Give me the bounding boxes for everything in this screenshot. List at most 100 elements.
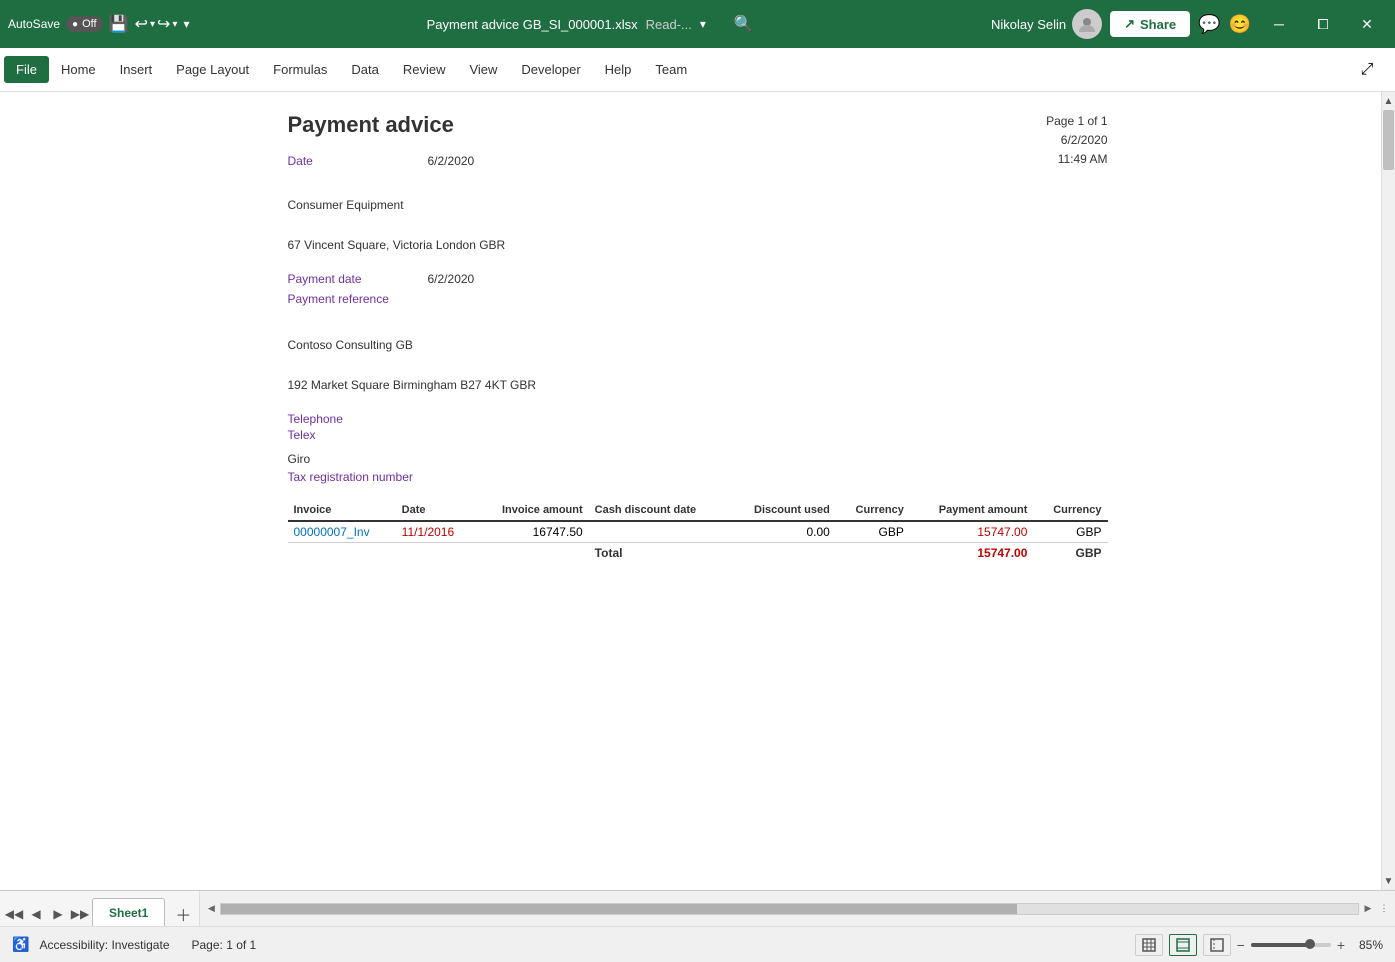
total-empty5 [836,543,910,564]
zoom-slider-track[interactable] [1251,943,1331,947]
emoji-icon[interactable]: 😊 [1229,14,1251,35]
tab-nav-last[interactable]: ▶▶ [70,902,90,926]
cell-currency1: GBP [836,521,910,543]
invoice-table: Invoice Date Invoice amount Cash discoun… [288,500,1108,563]
menu-item-page-layout[interactable]: Page Layout [164,56,261,83]
zoom-controls: − + 85% [1237,937,1383,953]
page-header-right: Page 1 of 1 6/2/2020 11:49 AM [1046,112,1107,170]
menu-item-team[interactable]: Team [643,56,699,83]
toggle-state: Off [82,18,96,30]
h-scroll-more[interactable]: ⋮ [1377,902,1391,916]
menu-item-developer[interactable]: Developer [509,56,592,83]
autosave-toggle[interactable]: ● Off [66,16,103,32]
col-discount-used: Discount used [728,500,836,521]
close-button[interactable]: ✕ [1347,9,1387,39]
col-invoice-amount: Invoice amount [475,500,589,521]
page-layout-view-button[interactable] [1169,934,1197,956]
menu-item-review[interactable]: Review [391,56,458,83]
autosave-label: AutoSave [8,17,60,31]
col-cash-discount-date: Cash discount date [589,500,728,521]
total-empty2 [396,543,475,564]
menu-item-data[interactable]: Data [339,56,390,83]
h-scroll-track[interactable] [220,903,1359,915]
document-title: Payment advice [288,112,1108,138]
avatar [1072,9,1102,39]
zoom-in-button[interactable]: + [1337,937,1345,953]
search-icon[interactable]: 🔍 [734,14,754,34]
recipient-address: 67 Vincent Square, Victoria London GBR [288,238,1108,252]
cell-invoice-amount: 16747.50 [475,521,589,543]
restore-button[interactable]: ⧠ [1303,9,1343,39]
menu-item-file[interactable]: File [4,56,49,83]
menu-item-view[interactable]: View [457,56,509,83]
add-sheet-button[interactable]: ＋ [171,902,195,926]
total-row: Total 15747.00 GBP [288,543,1108,564]
cell-date: 11/1/2016 [396,521,475,543]
undo-dropdown[interactable]: ▾ [150,19,155,30]
h-scroll-left[interactable]: ◀ [204,902,218,916]
normal-view-button[interactable] [1135,934,1163,956]
user-area[interactable]: Nikolay Selin [991,9,1102,39]
menu-bar: File Home Insert Page Layout Formulas Da… [0,48,1395,92]
payment-date-row: Payment date 6/2/2020 [288,272,1108,288]
undo-icon[interactable]: ↩ [135,14,148,34]
cell-cash-discount-date [589,521,728,543]
cell-payment-amount: 15747.00 [910,521,1034,543]
zoom-slider-fill [1251,943,1307,947]
payment-ref-label: Payment reference [288,292,408,306]
cell-currency2: GBP [1033,521,1107,543]
sheet-content: Page 1 of 1 6/2/2020 11:49 AM Payment ad… [0,92,1395,890]
status-left: ♿ Accessibility: Investigate Page: 1 of … [12,936,1123,953]
tab-nav-prev[interactable]: ◀ [26,902,46,926]
payment-date-value: 6/2/2020 [428,272,475,288]
accessibility-icon: ♿ [12,936,29,953]
page-break-view-button[interactable] [1203,934,1231,956]
mode-label: Read-... [646,17,692,32]
total-currency: GBP [1033,543,1107,564]
save-icon[interactable]: 💾 [109,14,129,34]
col-currency1: Currency [836,500,910,521]
table-row: 00000007_Inv 11/1/2016 16747.50 0.00 GBP… [288,521,1108,543]
col-invoice: Invoice [288,500,396,521]
status-bar: ♿ Accessibility: Investigate Page: 1 of … [0,926,1395,962]
zoom-percent-label[interactable]: 85% [1351,938,1383,952]
total-empty1 [288,543,396,564]
date-value: 6/2/2020 [428,154,475,168]
scroll-up-button[interactable]: ▲ [1382,92,1395,110]
accessibility-label[interactable]: Accessibility: Investigate [39,938,169,952]
sheet-tab-sheet1[interactable]: Sheet1 [92,898,165,926]
menu-item-formulas[interactable]: Formulas [261,56,339,83]
undo-redo-group: ↩ ▾ ↪ ▾ [135,14,178,34]
zoom-slider-thumb[interactable] [1305,939,1315,949]
date-label: Date [288,154,408,168]
telephone-label: Telephone [288,412,1108,426]
tax-reg-label: Tax registration number [288,470,1108,484]
comment-icon[interactable]: 💬 [1198,14,1220,35]
minimize-button[interactable]: ─ [1259,9,1299,39]
share-button[interactable]: ↗ Share [1110,11,1190,37]
fullscreen-icon[interactable]: ⤢ [1351,54,1383,86]
zoom-out-button[interactable]: − [1237,937,1245,953]
menu-item-home[interactable]: Home [49,56,108,83]
bottom-area: ◀◀ ◀ ▶ ▶▶ Sheet1 ＋ ◀ ▶ ⋮ [0,890,1395,926]
redo-icon[interactable]: ↪ [157,14,170,34]
h-scroll-right[interactable]: ▶ [1361,902,1375,916]
tab-nav-first[interactable]: ◀◀ [4,902,24,926]
scroll-down-button[interactable]: ▼ [1382,872,1395,890]
filename-title: Payment advice GB_SI_000001.xlsx [427,17,638,32]
menu-item-insert[interactable]: Insert [108,56,165,83]
tab-nav-next[interactable]: ▶ [48,902,68,926]
vertical-scrollbar[interactable]: ▲ ▼ [1381,92,1395,890]
recipient-name: Consumer Equipment [288,198,1108,212]
share-icon: ↗ [1124,16,1135,32]
col-currency2: Currency [1033,500,1107,521]
scroll-thumb[interactable] [1383,110,1394,170]
menu-item-help[interactable]: Help [593,56,644,83]
title-dropdown-icon[interactable]: ▾ [700,17,706,31]
h-scroll-thumb[interactable] [221,904,1017,914]
scroll-track[interactable] [1382,110,1395,872]
window-controls: ─ ⧠ ✕ [1259,9,1387,39]
redo-dropdown[interactable]: ▾ [172,19,177,30]
customize-qat-icon[interactable]: ▾ [183,17,189,31]
horizontal-scrollbar[interactable]: ◀ ▶ ⋮ [199,891,1395,926]
